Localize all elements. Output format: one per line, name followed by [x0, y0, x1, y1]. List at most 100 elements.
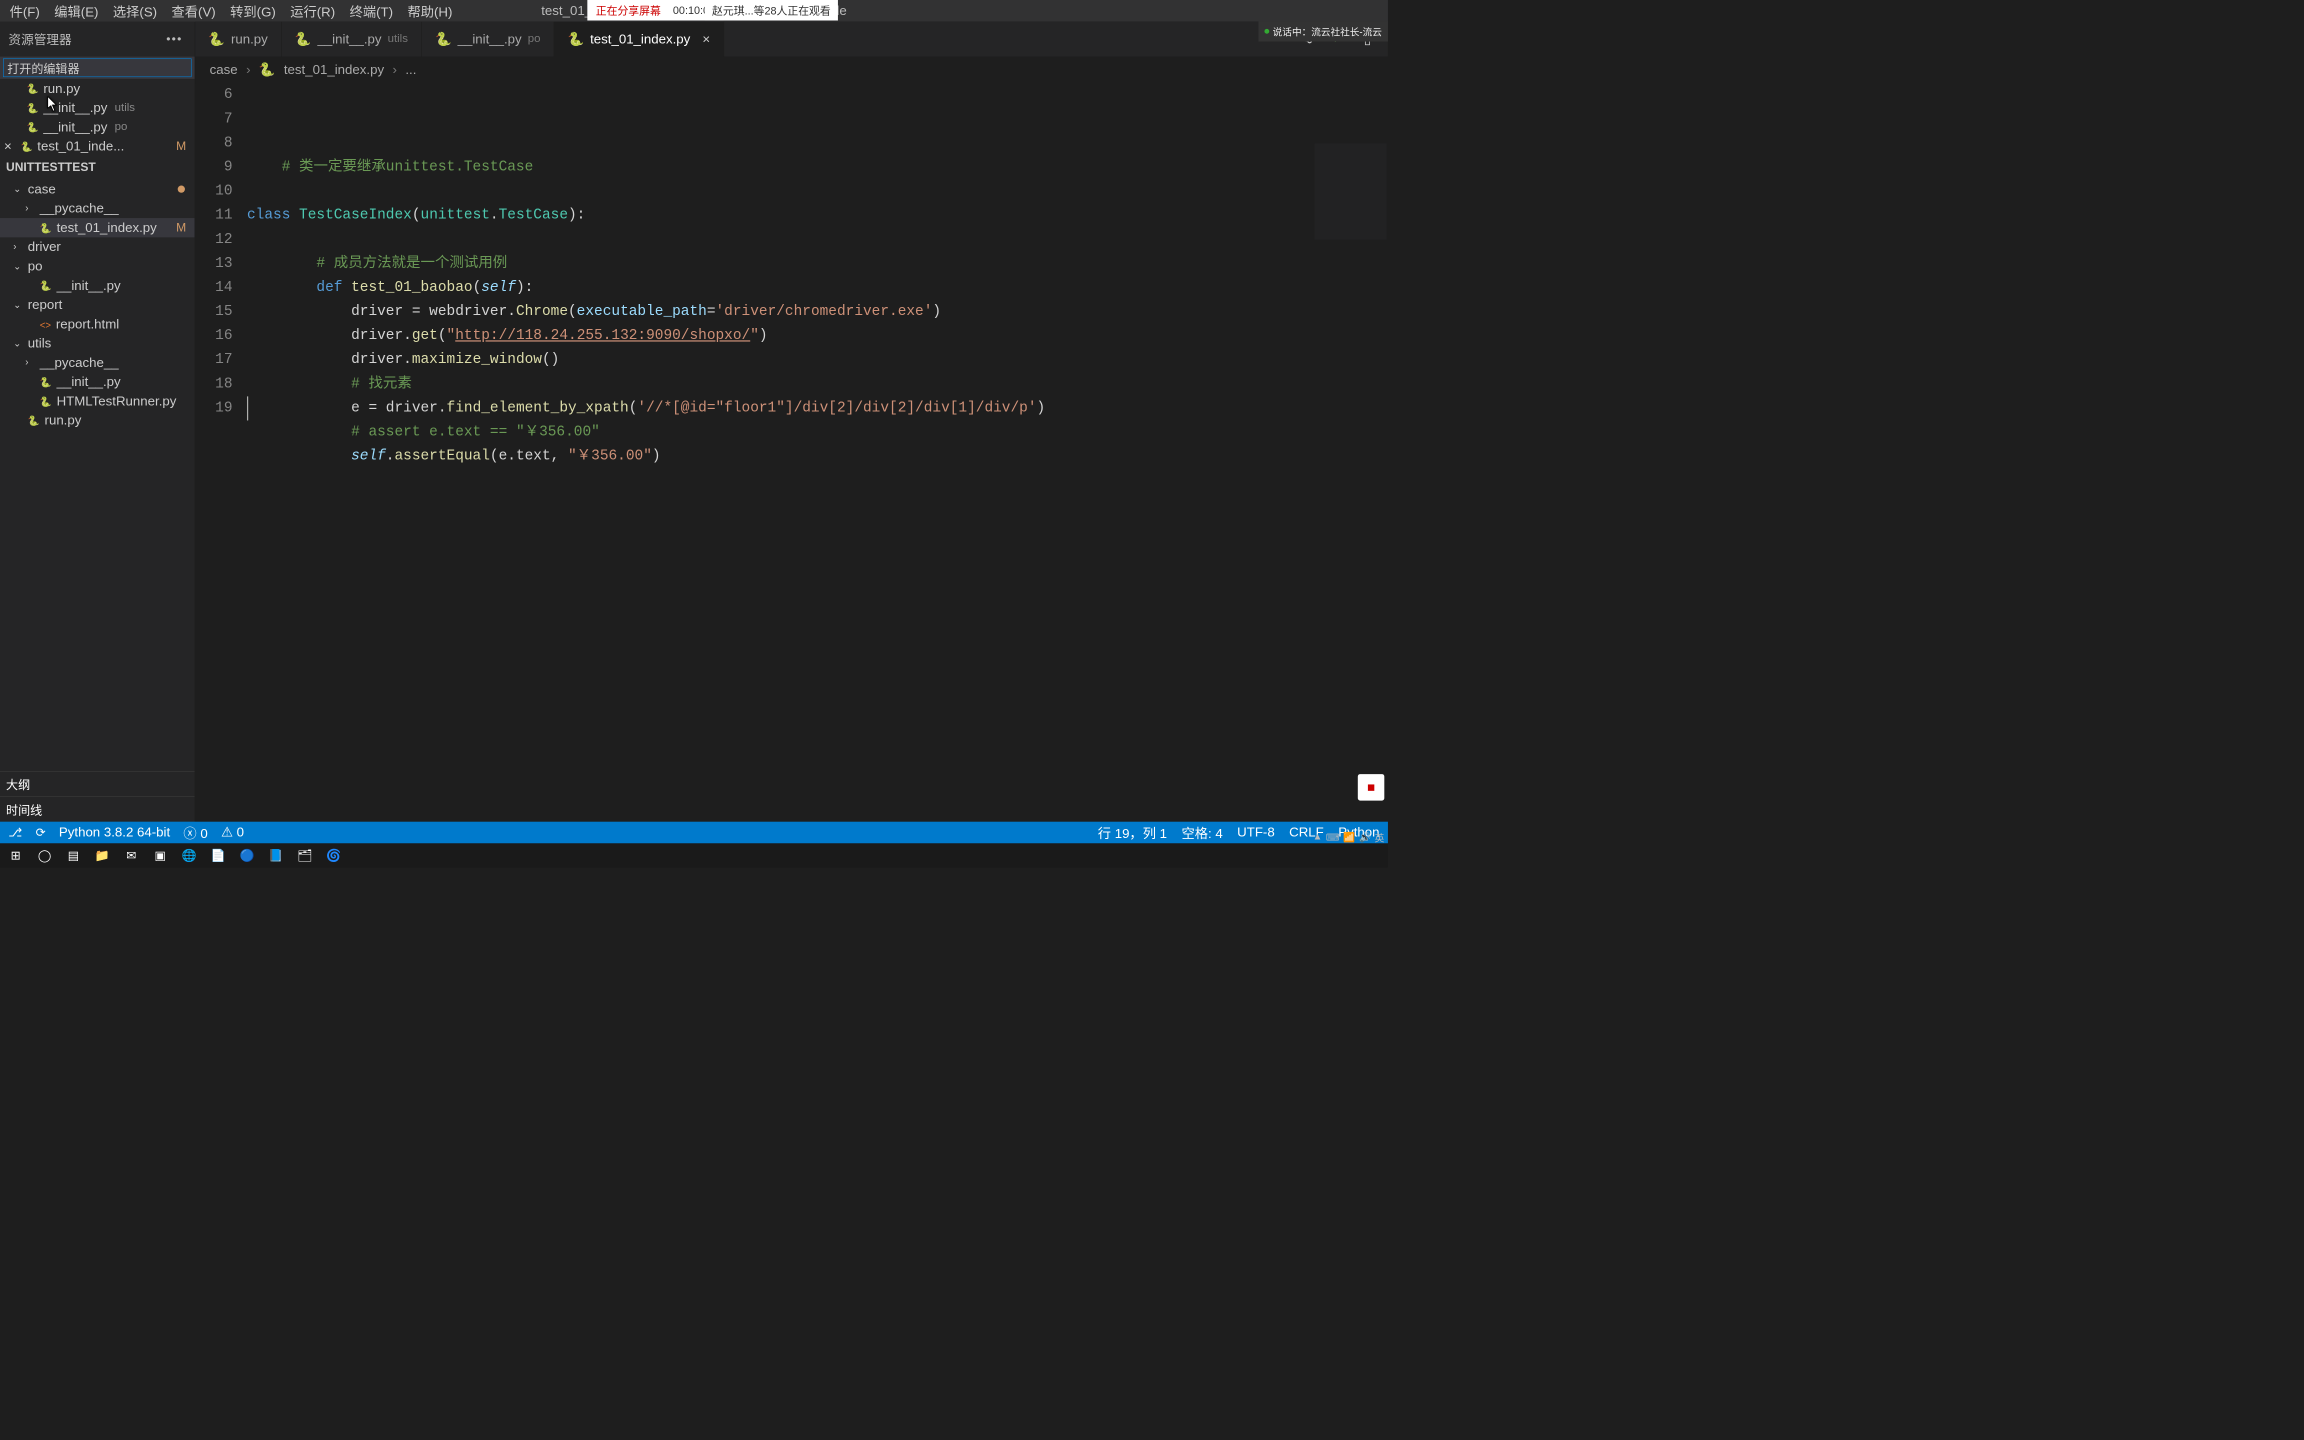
open-editors-input[interactable]	[4, 59, 191, 76]
minimap[interactable]	[1314, 143, 1386, 239]
menu-item[interactable]: 选择(S)	[107, 0, 163, 23]
python-file-icon: 🐍	[435, 31, 452, 47]
tray-icon[interactable]: 🔊	[1359, 831, 1371, 843]
timeline-section[interactable]: 时间线	[0, 796, 195, 821]
editor-tab[interactable]: 🐍__init__.pyutils	[282, 22, 422, 57]
code-line[interactable]: e = driver.find_element_by_xpath('//*[@i…	[247, 396, 1388, 420]
tray-icon[interactable]: ▲	[1313, 832, 1323, 843]
folder-item[interactable]: ⌄case	[0, 180, 195, 199]
menu-item[interactable]: 转到(G)	[224, 0, 282, 23]
folder-item[interactable]: ›__pycache__	[0, 199, 195, 218]
close-icon[interactable]: ×	[2, 139, 13, 155]
status-bar: ⎇ ⟳ Python 3.8.2 64-bit ⓧ 0 ⚠ 0 行 19，列 1…	[0, 822, 1388, 844]
taskbar-app-icon[interactable]: 🌐	[176, 845, 203, 865]
cursor-position[interactable]: 行 19，列 1	[1098, 823, 1167, 842]
code-line[interactable]: driver.get("http://118.24.255.132:9090/s…	[247, 324, 1388, 348]
breadcrumb-item[interactable]: test_01_index.py	[284, 62, 384, 78]
open-editor-item[interactable]: __init__.pypo	[0, 117, 195, 136]
menu-item[interactable]: 帮助(H)	[401, 0, 458, 23]
python-version[interactable]: Python 3.8.2 64-bit	[59, 825, 170, 841]
editor-tab[interactable]: 🐍__init__.pypo	[422, 22, 555, 57]
code-content[interactable]: # 类一定要继承unittest.TestCase class TestCaseI…	[247, 83, 1388, 822]
python-file-icon	[40, 376, 52, 389]
indentation[interactable]: 空格: 4	[1181, 823, 1222, 842]
taskbar-app-icon[interactable]: 🔵	[234, 845, 261, 865]
folder-item[interactable]: › driver	[0, 237, 195, 256]
folder-item[interactable]: ⌄po	[0, 257, 195, 276]
warnings-count[interactable]: ⚠ 0	[221, 825, 244, 841]
file-name: __init__.py	[57, 374, 121, 390]
file-item[interactable]: report.html	[0, 314, 195, 333]
line-number: 16	[195, 324, 232, 348]
code-line[interactable]: # 找元素	[247, 372, 1388, 396]
record-button[interactable]: ■	[1358, 774, 1385, 801]
file-name: run.py	[43, 81, 80, 97]
menu-item[interactable]: 件(F)	[4, 0, 46, 23]
editor-tab[interactable]: 🐍run.py	[195, 22, 281, 57]
code-line[interactable]	[247, 469, 1388, 493]
taskbar-app-icon[interactable]: 📄	[205, 845, 232, 865]
taskbar-app-icon[interactable]: ✉	[118, 845, 145, 865]
open-editor-item[interactable]: __init__.pyutils	[0, 98, 195, 117]
breadcrumb[interactable]: case›🐍 test_01_index.py›...	[195, 57, 1388, 84]
code-line[interactable]	[247, 180, 1388, 204]
folder-item[interactable]: ⌄report	[0, 295, 195, 314]
system-tray[interactable]: ▲ ⌨ 📶 🔊 英	[1313, 830, 1385, 844]
python-file-icon	[28, 414, 40, 427]
file-item[interactable]: HTMLTestRunner.py	[0, 392, 195, 411]
taskbar-app-icon[interactable]: 🗂	[292, 845, 319, 865]
line-number: 19	[195, 396, 232, 420]
tray-icon[interactable]: ⌨	[1326, 831, 1340, 843]
taskbar-app-icon[interactable]: 🌀	[320, 845, 347, 865]
file-item[interactable]: test_01_index.pyM	[0, 218, 195, 237]
outline-section[interactable]: 大纲	[0, 771, 195, 796]
open-editors-section[interactable]	[0, 57, 195, 79]
taskbar-app-icon[interactable]: ▤	[60, 845, 87, 865]
chevron-right-icon: ›	[13, 242, 23, 253]
file-item[interactable]: __init__.py	[0, 276, 195, 295]
taskbar-app-icon[interactable]: ⊞	[2, 845, 29, 865]
code-line[interactable]: driver = webdriver.Chrome(executable_pat…	[247, 300, 1388, 324]
code-line[interactable]: self.assertEqual(e.text, "￥356.00")	[247, 445, 1388, 469]
breadcrumb-item[interactable]: ...	[405, 62, 416, 78]
folder-item[interactable]: ⌄utils	[0, 334, 195, 353]
code-line[interactable]: driver.maximize_window()	[247, 348, 1388, 372]
project-section-header[interactable]: UNITTESTTEST	[0, 156, 195, 179]
taskbar-app-icon[interactable]: 📘	[263, 845, 290, 865]
folder-item[interactable]: ›__pycache__	[0, 353, 195, 372]
open-editor-item[interactable]: run.py	[0, 79, 195, 98]
line-number: 17	[195, 348, 232, 372]
folder-name: driver	[28, 239, 61, 255]
code-line[interactable]: def test_01_baobao(self):	[247, 276, 1388, 300]
taskbar-app-icon[interactable]: 📁	[89, 845, 116, 865]
close-tab-icon[interactable]: ×	[702, 31, 710, 47]
windows-taskbar[interactable]: ⊞◯▤📁✉▣🌐📄🔵📘🗂🌀	[0, 843, 1388, 867]
encoding[interactable]: UTF-8	[1237, 825, 1275, 841]
more-actions-icon[interactable]: •••	[166, 32, 182, 46]
open-editor-item[interactable]: ×test_01_inde...M	[0, 137, 195, 156]
menu-item[interactable]: 编辑(E)	[48, 0, 104, 23]
taskbar-app-icon[interactable]: ▣	[147, 845, 174, 865]
sync-icon[interactable]: ⟳	[36, 825, 46, 840]
breadcrumb-item[interactable]: case	[210, 62, 238, 78]
menu-item[interactable]: 终端(T)	[344, 0, 399, 23]
code-line[interactable]	[247, 228, 1388, 252]
file-item[interactable]: __init__.py	[0, 372, 195, 391]
remote-indicator-icon[interactable]: ⎇	[8, 825, 22, 840]
errors-count[interactable]: ⓧ 0	[183, 823, 207, 842]
code-line[interactable]: # 类一定要继承unittest.TestCase	[247, 155, 1388, 179]
code-line[interactable]: class TestCaseIndex(unittest.TestCase):	[247, 204, 1388, 228]
menu-item[interactable]: 查看(V)	[166, 0, 222, 23]
folder-name: __pycache__	[40, 355, 119, 371]
tray-lang[interactable]: 英	[1375, 830, 1385, 844]
tray-icon[interactable]: 📶	[1343, 831, 1355, 843]
code-line[interactable]: # 成员方法就是一个测试用例	[247, 252, 1388, 276]
line-number: 18	[195, 372, 232, 396]
file-item[interactable]: run.py	[0, 411, 195, 430]
code-line[interactable]: # assert e.text == "￥356.00"	[247, 420, 1388, 444]
menu-item[interactable]: 运行(R)	[284, 0, 341, 23]
modified-badge: M	[176, 221, 190, 235]
editor-tab[interactable]: 🐍test_01_index.py×	[554, 22, 724, 57]
taskbar-app-icon[interactable]: ◯	[31, 845, 58, 865]
code-editor[interactable]: 678910111213141516171819 # 类一定要继承unittes…	[195, 83, 1388, 822]
